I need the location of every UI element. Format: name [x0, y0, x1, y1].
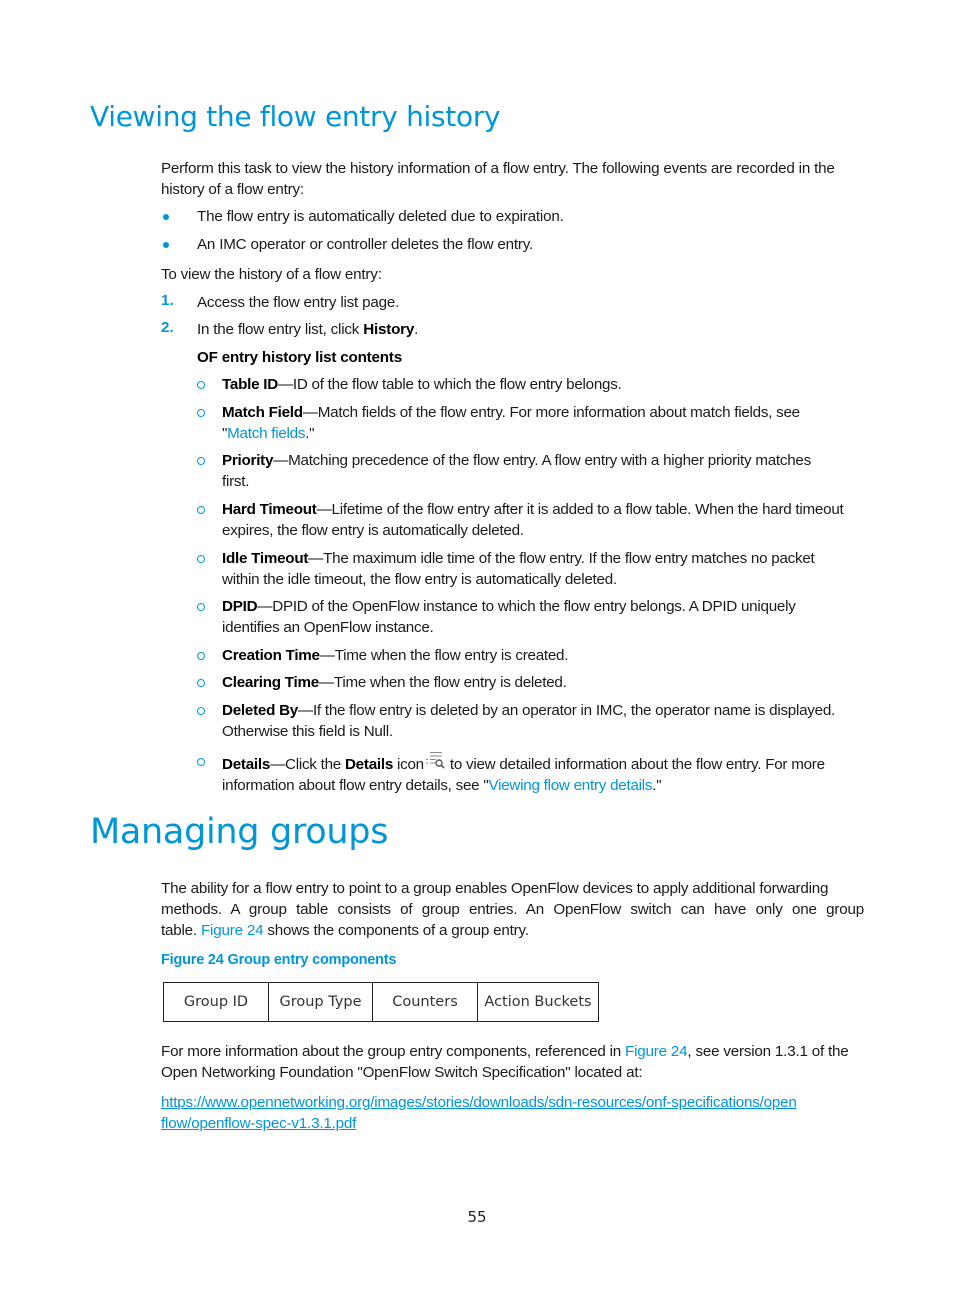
bullet-dot-icon — [163, 214, 169, 220]
figure-24-link[interactable]: Figure 24 — [201, 922, 264, 939]
bullet-item: An IMC operator or controller deletes th… — [197, 236, 534, 253]
hollow-bullet-icon — [197, 457, 205, 465]
viewing-flow-entry-details-link[interactable]: Viewing flow entry details — [488, 777, 652, 794]
field-desc: icon — [393, 756, 424, 773]
groups-para-line3: table. Figure 24 shows the components of… — [161, 920, 529, 941]
field-term: DPID — [222, 598, 258, 615]
field-term: Details — [222, 756, 271, 773]
field-desc: —Lifetime of the flow entry after it is … — [316, 501, 844, 518]
group-entry-components-figure: Group ID Group Type Counters Action Buck… — [163, 982, 599, 1022]
field-term: Priority — [222, 452, 274, 469]
field-term: Creation Time — [222, 647, 320, 664]
field-item-creation-time: Creation Time—Time when the flow entry i… — [222, 645, 867, 666]
field-item-idle-timeout: Idle Timeout—The maximum idle time of th… — [222, 548, 867, 590]
history-ui-term: History — [363, 321, 415, 338]
field-desc: —Time when the flow entry is deleted. — [318, 674, 567, 691]
section-heading-managing-groups: Managing groups — [90, 812, 389, 852]
para-text: shows the components of a group entry. — [263, 922, 529, 939]
more-info-line1: For more information about the group ent… — [161, 1041, 849, 1062]
groups-para-line1: The ability for a flow entry to point to… — [161, 880, 829, 897]
figure-cell-counters: Counters — [373, 983, 478, 1021]
hollow-bullet-icon — [197, 603, 205, 611]
figure-cell-action-buckets: Action Buckets — [484, 994, 592, 1010]
field-term: Deleted By — [222, 702, 298, 719]
openflow-spec-url-link[interactable]: https://www.opennetworking.org/images/st… — [161, 1092, 797, 1113]
match-fields-link[interactable]: Match fields — [227, 425, 305, 442]
field-desc: —The maximum idle time of the flow entry… — [308, 550, 815, 567]
details-list-magnifier-icon — [424, 751, 446, 771]
groups-para-line2: methods. A group table consists of group… — [161, 901, 864, 918]
figure-caption: Figure 24 Group entry components — [161, 952, 397, 968]
intro-text-line2: history of a flow entry: — [161, 181, 304, 198]
field-term: Idle Timeout — [222, 550, 309, 567]
field-desc: first. — [222, 473, 250, 490]
section-heading-flow-entry-history: Viewing the flow entry history — [90, 100, 501, 133]
figure-cell-group-type: Group Type — [269, 983, 373, 1021]
page-number: 55 — [467, 1208, 487, 1226]
field-desc: Otherwise this field is Null. — [222, 723, 393, 740]
field-desc: —ID of the flow table to which the flow … — [277, 376, 622, 393]
field-term: Table ID — [222, 376, 278, 393]
field-desc: expires, the flow entry is automatically… — [222, 522, 524, 539]
hollow-bullet-icon — [197, 381, 205, 389]
field-term: Hard Timeout — [222, 501, 317, 518]
field-item-dpid: DPID—DPID of the OpenFlow instance to wh… — [222, 596, 867, 638]
para-text: For more information about the group ent… — [161, 1043, 626, 1060]
field-desc: ." — [305, 425, 315, 442]
para-text: , see version 1.3.1 of the — [687, 1043, 849, 1060]
field-item-clearing-time: Clearing Time—Time when the flow entry i… — [222, 672, 867, 693]
field-desc: —Match fields of the flow entry. For mor… — [302, 404, 800, 421]
field-desc: —Time when the flow entry is created. — [319, 647, 569, 664]
hollow-bullet-icon — [197, 409, 205, 417]
field-desc: to view detailed information about the f… — [445, 756, 825, 773]
field-desc: —If the flow entry is deleted by an oper… — [298, 702, 836, 719]
bullet-dot-icon — [163, 242, 169, 248]
field-item-details: Details—Click the Details icon to view d… — [222, 751, 867, 796]
step-text-before: In the flow entry list, click — [197, 321, 364, 338]
field-item-match-field: Match Field—Match fields of the flow ent… — [222, 402, 867, 444]
hollow-bullet-icon — [197, 506, 205, 514]
step-text: Access the flow entry list page. — [197, 294, 400, 311]
hollow-bullet-icon — [197, 555, 205, 563]
para-text: table. — [161, 922, 201, 939]
field-desc: —Matching precedence of the flow entry. … — [273, 452, 811, 469]
field-item-priority: Priority—Matching precedence of the flow… — [222, 450, 867, 492]
figure-cell-group-id: Group ID — [164, 983, 269, 1021]
step-text: In the flow entry list, click History. — [197, 319, 418, 340]
intro-text-line1: Perform this task to view the history in… — [161, 160, 835, 177]
field-desc: —DPID of the OpenFlow instance to which … — [257, 598, 796, 615]
field-desc: ." — [652, 777, 662, 794]
step-number: 1. — [161, 292, 174, 309]
field-desc: —Click the — [270, 756, 345, 773]
field-desc: information about flow entry details, se… — [222, 777, 489, 794]
openflow-spec-url-link-cont[interactable]: flow/openflow-spec-v1.3.1.pdf — [161, 1113, 356, 1134]
step-number: 2. — [161, 319, 174, 336]
details-ui-term: Details — [344, 756, 394, 773]
step-text-after: . — [414, 321, 419, 338]
field-item-hard-timeout: Hard Timeout—Lifetime of the flow entry … — [222, 499, 867, 541]
list-heading-text: OF entry history list contents — [197, 349, 402, 366]
field-term: Match Field — [222, 404, 303, 421]
field-item-deleted-by: Deleted By—If the flow entry is deleted … — [222, 700, 867, 742]
field-desc: identifies an OpenFlow instance. — [222, 619, 434, 636]
hollow-bullet-icon — [197, 707, 205, 715]
more-info-line2: Open Networking Foundation "OpenFlow Swi… — [161, 1064, 643, 1081]
field-term: Clearing Time — [222, 674, 319, 691]
hollow-bullet-icon — [197, 679, 205, 687]
field-item-table-id: Table ID—ID of the flow table to which t… — [222, 374, 867, 395]
hollow-bullet-icon — [197, 652, 205, 660]
field-desc: within the idle timeout, the flow entry … — [222, 571, 617, 588]
figure-24-link[interactable]: Figure 24 — [625, 1043, 688, 1060]
bullet-item: The flow entry is automatically deleted … — [197, 208, 564, 225]
hollow-bullet-icon — [197, 758, 205, 766]
procedure-intro: To view the history of a flow entry: — [161, 266, 382, 283]
list-heading: OF entry history list contents — [197, 347, 402, 368]
